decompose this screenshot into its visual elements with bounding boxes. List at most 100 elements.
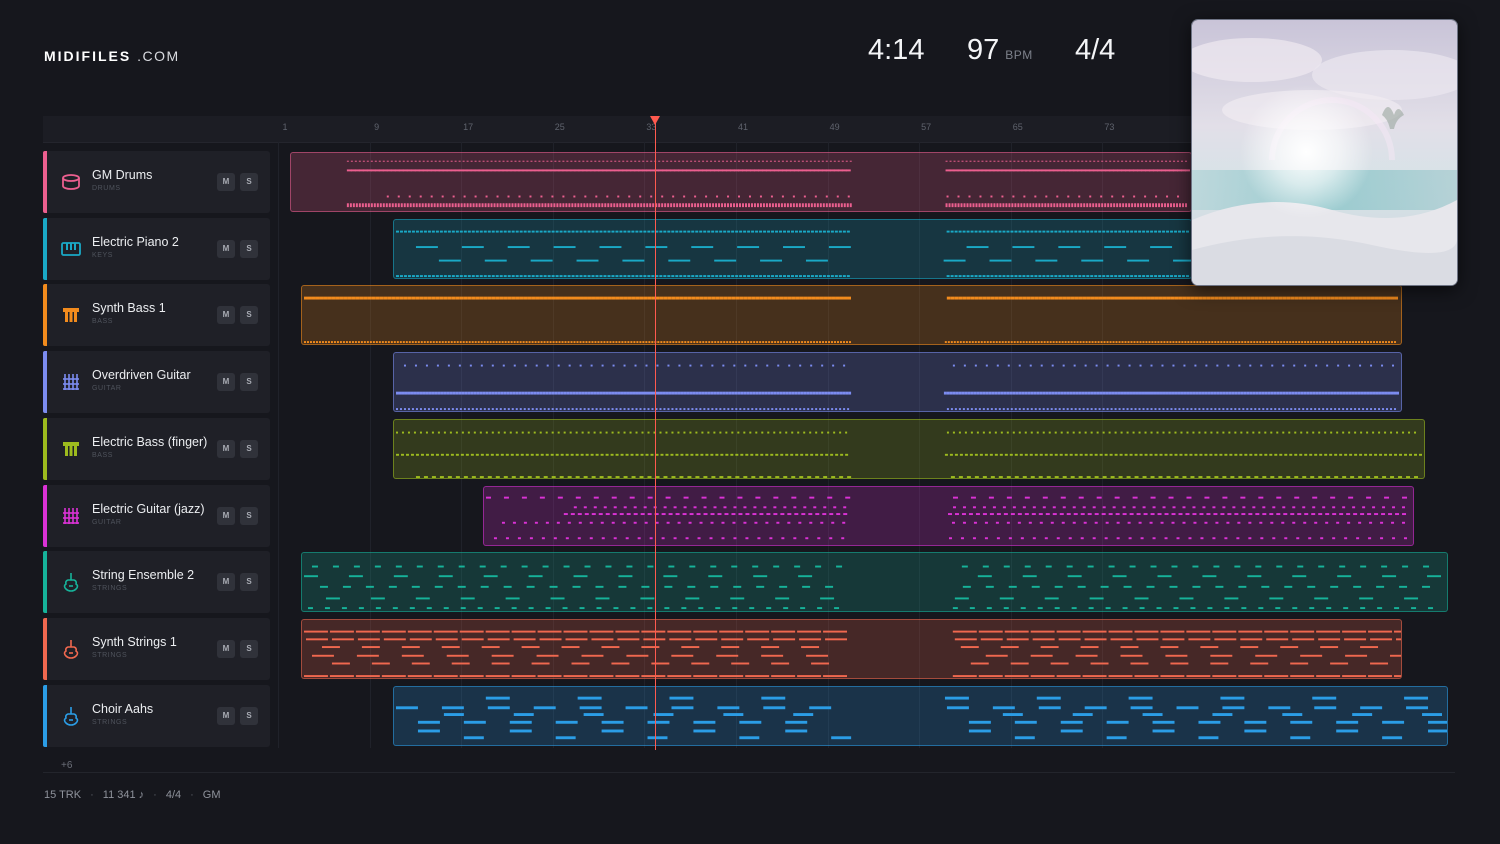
mute-button[interactable]: M	[217, 507, 235, 525]
track-count: 15 TRK	[44, 789, 82, 801]
track-color-bar	[43, 485, 47, 547]
playhead[interactable]	[655, 120, 656, 750]
track-color-bar	[43, 151, 47, 213]
track-name: Synth Strings 1	[92, 635, 177, 649]
footer-separator: ·	[153, 789, 157, 801]
track-category: STRINGS	[92, 585, 128, 592]
solo-button[interactable]: S	[240, 573, 258, 591]
track-category: DRUMS	[92, 185, 121, 192]
track-header[interactable]: String Ensemble 2 STRINGS M S	[43, 551, 270, 613]
ruler-bar-label: 41	[737, 122, 749, 132]
note-pattern	[346, 160, 1191, 208]
mute-button[interactable]: M	[217, 640, 235, 658]
midi-clip[interactable]	[301, 552, 1448, 612]
ruler-bar-label: 9	[374, 122, 380, 132]
track-header[interactable]: Electric Guitar (jazz) GUITAR M S	[43, 485, 270, 547]
track-category: BASS	[92, 318, 114, 325]
ruler-bar-label: 65	[1012, 122, 1023, 132]
solo-button[interactable]: S	[240, 640, 258, 658]
mute-button[interactable]: M	[217, 240, 235, 258]
track-header[interactable]: Choir Aahs STRINGS M S	[43, 685, 270, 747]
more-tracks-indicator[interactable]: +6	[61, 760, 72, 771]
ruler-bar-label: 17	[463, 122, 474, 132]
violin-icon	[60, 571, 82, 593]
ruler-bar-label: 25	[554, 122, 565, 132]
tempo-display: 97 BPM	[967, 34, 1033, 67]
midi-clip[interactable]	[393, 352, 1402, 412]
ruler-bar-label: 57	[921, 122, 932, 132]
midi-clip[interactable]	[290, 152, 1192, 212]
footer-separator: ·	[190, 789, 194, 801]
violin-icon	[60, 638, 82, 660]
track-name: GM Drums	[92, 168, 153, 182]
note-pattern	[395, 364, 1400, 411]
track-color-bar	[43, 418, 47, 480]
track-header[interactable]: Synth Bass 1 BASS M S	[43, 284, 270, 346]
brand-logo: MIDIFILES .COM	[44, 48, 180, 64]
track-name: Electric Guitar (jazz)	[92, 502, 205, 516]
mute-button[interactable]: M	[217, 373, 235, 391]
track-color-bar	[43, 551, 47, 613]
midi-clip[interactable]	[393, 419, 1425, 479]
track-color-bar	[43, 618, 47, 680]
solo-button[interactable]: S	[240, 373, 258, 391]
piano-icon	[60, 238, 82, 260]
midi-clip[interactable]	[301, 619, 1402, 679]
album-artwork	[1191, 19, 1458, 286]
track-color-bar	[43, 351, 47, 413]
note-pattern	[303, 565, 1442, 610]
track-category: KEYS	[92, 252, 114, 259]
note-pattern	[395, 696, 1447, 740]
note-pattern	[395, 431, 1423, 478]
violin-icon	[60, 705, 82, 727]
solo-button[interactable]: S	[240, 240, 258, 258]
track-name: Synth Bass 1	[92, 301, 166, 315]
midi-clip[interactable]	[483, 486, 1414, 546]
note-count: 11 341 ♪	[102, 789, 145, 801]
mute-button[interactable]: M	[217, 707, 235, 725]
time-signature: 4/4	[1075, 34, 1116, 66]
track-name: String Ensemble 2	[92, 568, 195, 582]
playhead-handle[interactable]	[650, 116, 660, 125]
footer-divider	[43, 772, 1455, 773]
solo-button[interactable]: S	[240, 707, 258, 725]
track-color-bar	[43, 284, 47, 346]
solo-button[interactable]: S	[240, 306, 258, 324]
track-header[interactable]: Electric Piano 2 KEYS M S	[43, 218, 270, 280]
track-name: Choir Aahs	[92, 702, 154, 716]
bar-gridline	[278, 142, 279, 748]
track-header[interactable]: Electric Bass (finger) BASS M S	[43, 418, 270, 480]
midi-clip[interactable]	[301, 285, 1402, 345]
track-header[interactable]: Synth Strings 1 STRINGS M S	[43, 618, 270, 680]
bass-icon	[60, 304, 82, 326]
midi-clip[interactable]	[393, 686, 1448, 746]
footer-separator: ·	[90, 789, 94, 801]
track-category: BASS	[92, 452, 114, 459]
track-header[interactable]: Overdriven Guitar GUITAR M S	[43, 351, 270, 413]
mute-button[interactable]: M	[217, 440, 235, 458]
track-category: STRINGS	[92, 652, 128, 659]
bass-icon	[60, 438, 82, 460]
note-pattern	[395, 230, 1191, 278]
track-header[interactable]: GM Drums DRUMS M S	[43, 151, 270, 213]
midi-clip[interactable]	[393, 219, 1192, 279]
tempo-value: 97	[967, 34, 1000, 66]
solo-button[interactable]: S	[240, 440, 258, 458]
drum-icon	[60, 171, 82, 193]
ruler-bar-label: 49	[829, 122, 840, 132]
mute-button[interactable]: M	[217, 306, 235, 324]
solo-button[interactable]: S	[240, 173, 258, 191]
song-duration: 4:14	[868, 34, 925, 66]
tempo-unit: BPM	[1005, 48, 1033, 62]
track-color-bar	[43, 218, 47, 280]
track-category: GUITAR	[92, 385, 122, 392]
guitar-grid-icon	[60, 505, 82, 527]
mute-button[interactable]: M	[217, 173, 235, 191]
solo-button[interactable]: S	[240, 507, 258, 525]
note-pattern	[485, 496, 1408, 540]
track-name: Electric Bass (finger)	[92, 435, 208, 449]
footer-stats: 15 TRK · 11 341 ♪ · 4/4 · GM	[44, 789, 221, 801]
mute-button[interactable]: M	[217, 573, 235, 591]
footer-time-signature: 4/4	[165, 789, 182, 801]
ruler-bar-label: 1	[282, 122, 288, 132]
